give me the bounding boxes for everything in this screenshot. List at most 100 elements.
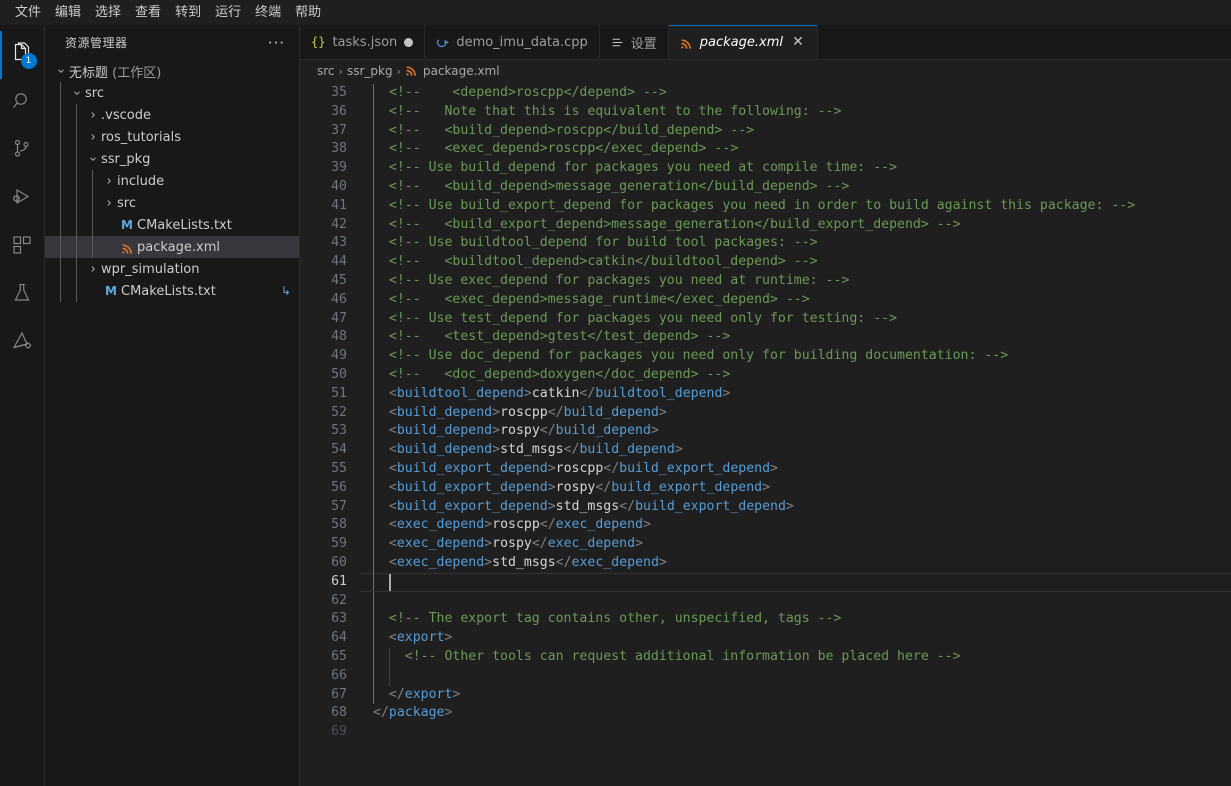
tree-item-CMakeLists.txt[interactable]: M CMakeLists.txt [45,214,299,236]
tree-item-.vscode[interactable]: .vscode [45,104,299,126]
breadcrumb-item-package.xml[interactable]: package.xml [405,63,500,79]
code-line[interactable]: 48 <!-- <test_depend>gtest</test_depend>… [300,328,1231,348]
breadcrumb-item-ssr_pkg[interactable]: ssr_pkg [347,64,393,78]
code-token: <!-- <test_depend>gtest</test_depend> --… [373,329,731,345]
code-line[interactable]: 55 <build_export_depend>roscpp</build_ex… [300,459,1231,479]
code-line[interactable]: 41 <!-- Use build_export_depend for pack… [300,196,1231,216]
activity-bar-item-extensions[interactable] [0,223,45,271]
code-line[interactable]: 69 [300,723,1231,742]
tree-item-label: src [117,195,136,211]
editor-tab-demo_imu_data.cpp[interactable]: demo_imu_data.cpp [425,25,600,59]
explorer-sidebar: 资源管理器 ··· 无标题 (工作区) src .vscode ros_tutoria… [45,25,300,786]
menu-item-1[interactable]: 编辑 [48,1,88,24]
menu-item-0[interactable]: 文件 [8,1,48,24]
code-line[interactable]: 47 <!-- Use test_depend for packages you… [300,309,1231,329]
tree-item-package.xml[interactable]: package.xml [45,236,299,258]
menu-item-7[interactable]: 帮助 [288,1,328,24]
chevron-down-icon[interactable] [69,88,85,98]
menu-item-5[interactable]: 运行 [208,1,248,24]
tree-indent-guide [76,192,77,214]
code-line[interactable]: 54 <build_depend>std_msgs</build_depend> [300,441,1231,460]
code-line[interactable]: 51 <buildtool_depend>catkin</buildtool_d… [300,384,1231,404]
chevron-down-icon[interactable] [85,154,101,164]
code-line[interactable]: 52 <build_depend>roscpp</build_depend> [300,403,1231,423]
activity-bar-item-search[interactable] [0,79,45,127]
tree-item-src[interactable]: src [45,82,299,104]
code-token: buildtool_depend [595,385,723,401]
code-line[interactable]: 45 <!-- Use exec_depend for packages you… [300,271,1231,291]
code-line[interactable]: 35 <!-- <depend>roscpp</depend> --> [300,84,1231,103]
code-line-content: <!-- <build_depend>roscpp</build_depend>… [373,121,1231,141]
code-line[interactable]: 40 <!-- <build_depend>message_generation… [300,177,1231,197]
gutter-spacer [347,404,373,423]
settings-icon [611,36,624,49]
code-line[interactable]: 42 <!-- <build_export_depend>message_gen… [300,215,1231,235]
code-line[interactable]: 61 [300,572,1231,592]
code-line[interactable]: 59 <exec_depend>rospy</exec_depend> [300,535,1231,554]
tree-item-src[interactable]: src [45,192,299,214]
code-line[interactable]: 63 <!-- The export tag contains other, u… [300,610,1231,630]
code-line[interactable]: 66 [300,666,1231,686]
chevron-right-icon[interactable] [101,198,117,208]
explorer-title: 资源管理器 [65,36,128,50]
menu-item-2[interactable]: 选择 [88,1,128,24]
code-token: <!-- <buildtool_depend>catkin</buildtool… [373,254,818,270]
indent-guide [373,516,374,536]
tree-item-wpr_simulation[interactable]: wpr_simulation [45,258,299,280]
code-line[interactable]: 58 <exec_depend>roscpp</exec_depend> [300,516,1231,536]
code-line[interactable]: 64 <export> [300,629,1231,648]
breadcrumb: src › ssr_pkg › package.xml [300,60,1231,82]
chevron-right-icon[interactable] [101,176,117,186]
tree-item-ssr_pkg[interactable]: ssr_pkg [45,148,299,170]
code-line[interactable]: 49 <!-- Use doc_depend for packages you … [300,347,1231,366]
code-line[interactable]: 43 <!-- Use buildtool_depend for build t… [300,234,1231,254]
code-line[interactable]: 57 <build_export_depend>std_msgs</build_… [300,497,1231,517]
activity-bar-item-run-debug[interactable] [0,175,45,223]
unsaved-indicator-icon[interactable] [404,37,414,47]
menu-item-6[interactable]: 终端 [248,1,288,24]
line-number: 49 [331,348,347,364]
code-line[interactable]: 44 <!-- <buildtool_depend>catkin</buildt… [300,253,1231,272]
tree-item-ros_tutorials[interactable]: ros_tutorials [45,126,299,148]
code-line[interactable]: 67 </export> [300,685,1231,705]
code-line[interactable]: 39 <!-- Use build_depend for packages yo… [300,159,1231,178]
editor-tab-[interactable]: 设置 [599,25,669,59]
code-token: <!-- Use test_depend for packages you ne… [373,310,898,326]
chevron-right-icon[interactable] [85,132,101,142]
activity-bar-item-testing[interactable] [0,271,45,319]
menu-item-4[interactable]: 转到 [168,1,208,24]
code-line[interactable]: 65 <!-- Other tools can request addition… [300,647,1231,667]
code-line[interactable]: 46 <!-- <exec_depend>message_runtime</ex… [300,290,1231,310]
activity-bar-item-explorer[interactable]: 1 [0,31,45,79]
tree-item-include[interactable]: include [45,170,299,192]
code-line[interactable]: 53 <build_depend>rospy</build_depend> [300,422,1231,442]
code-line[interactable]: 37 <!-- <build_depend>roscpp</build_depe… [300,121,1231,141]
code-line[interactable]: 56 <build_export_depend>rospy</build_exp… [300,478,1231,498]
chevron-down-icon[interactable] [53,66,69,76]
code-token: </ [619,498,636,514]
editor-tab-package.xml[interactable]: package.xml ✕ [668,25,818,59]
chevron-right-icon[interactable] [85,264,101,274]
indent-guide [373,234,374,254]
code-line[interactable]: 50 <!-- <doc_depend>doxygen</doc_depend>… [300,365,1231,385]
tree-item-CMakeLists.txt[interactable]: M CMakeLists.txt ↳ [45,280,299,302]
breadcrumb-item-src[interactable]: src [317,64,335,78]
editor-tab-tasks.json[interactable]: {} tasks.json [300,25,426,59]
activity-bar-item-ros[interactable] [0,319,45,367]
code-line[interactable]: 60 <exec_depend>std_msgs</exec_depend> [300,553,1231,573]
tree-item-[interactable]: 无标题 (工作区) [45,60,299,82]
code-line[interactable]: 62 [300,591,1231,611]
code-token: build_depend [579,442,675,458]
code-editor[interactable]: 35 <!-- <depend>roscpp</depend> --> 36 <!… [300,82,1231,786]
close-icon[interactable]: ✕ [790,35,806,49]
code-token: > [770,460,778,476]
code-line[interactable]: 38 <!-- <exec_depend>roscpp</exec_depend… [300,140,1231,160]
menu-item-3[interactable]: 查看 [128,1,168,24]
explorer-more-actions-button[interactable]: ··· [264,35,289,50]
code-line[interactable]: 68 </package> [300,704,1231,723]
tree-item-name: 无标题 [69,65,109,81]
activity-bar-item-source-control[interactable] [0,127,45,175]
chevron-right-icon[interactable] [85,110,101,120]
code-line[interactable]: 36 <!-- Note that this is equivalent to … [300,102,1231,122]
tree-indent-guide [60,148,61,170]
